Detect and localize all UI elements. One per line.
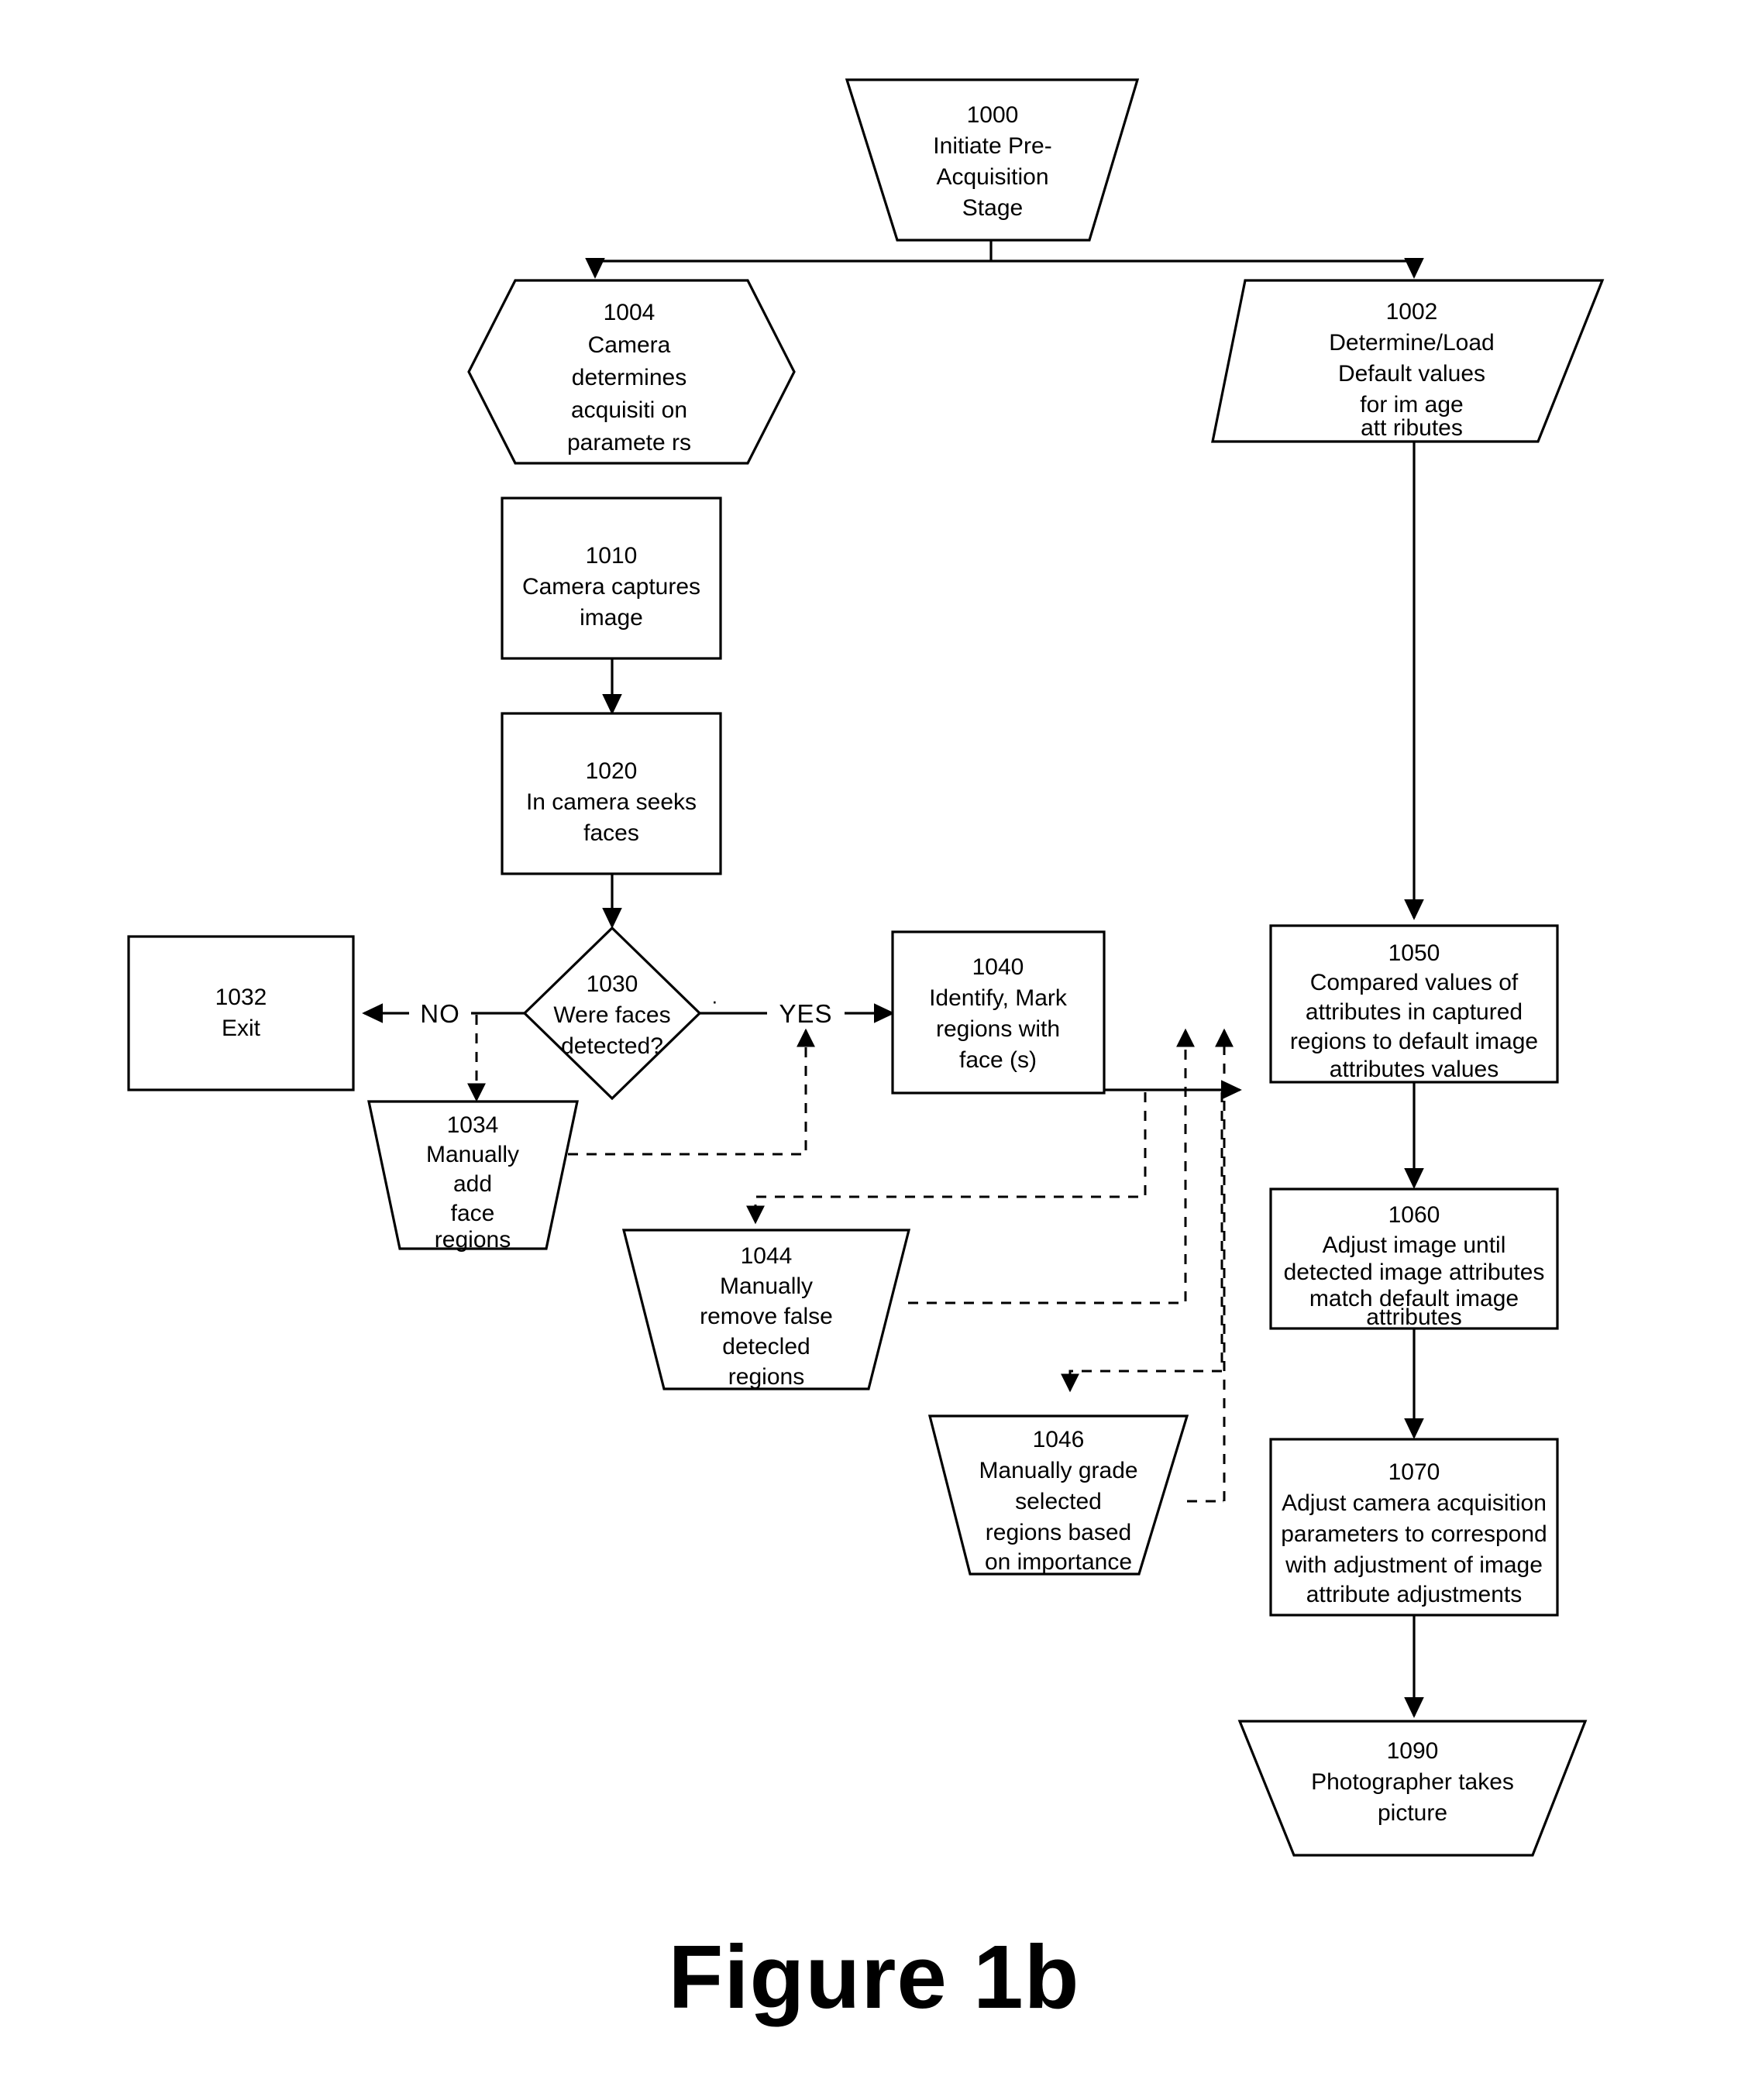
node-1046-line-3: regions based	[986, 1520, 1131, 1545]
node-1000-line-1: Initiate Pre-	[933, 133, 1051, 159]
node-1070-line-2: parameters to correspond	[1281, 1521, 1547, 1547]
node-1020[interactable]: 1020 In camera seeks faces	[501, 712, 722, 875]
node-1060-line-2: detected image attributes	[1284, 1260, 1545, 1285]
node-1040-line-1: Identify, Mark	[929, 985, 1068, 1011]
node-1090-number: 1090	[1387, 1738, 1439, 1764]
node-1034-number: 1034	[447, 1112, 499, 1138]
node-1030[interactable]: 1030 Were faces detected? ·	[522, 926, 718, 1101]
node-1004-line-4: paramete rs	[567, 430, 691, 455]
node-1010-number: 1010	[586, 543, 638, 569]
edge-1046-1050-dashed	[1187, 1028, 1234, 1503]
edge-label-no: NO	[409, 993, 471, 1029]
node-1070-line-4: attribute adjustments	[1306, 1582, 1522, 1607]
node-1046[interactable]: 1046 Manually grade selected regions bas…	[927, 1414, 1189, 1576]
node-1010-line-2: image	[580, 605, 643, 631]
node-1034[interactable]: 1034 Manually add face regions	[367, 1100, 579, 1253]
edge-label-yes: YES	[767, 993, 845, 1029]
node-1000-line-2: Acquisition	[936, 164, 1048, 190]
node-1034-line-2: add	[453, 1171, 492, 1197]
node-1070[interactable]: 1070 Adjust camera acquisition parameter…	[1269, 1438, 1559, 1617]
node-1004-number: 1004	[604, 300, 656, 325]
node-1034-line-3: face	[451, 1201, 495, 1226]
node-1000-line-3: Stage	[962, 195, 1023, 221]
node-1002-line-3: for im age	[1360, 392, 1463, 418]
node-1020-number: 1020	[586, 758, 638, 784]
node-1046-number: 1046	[1033, 1427, 1085, 1452]
node-1050-line-3: regions to default image	[1290, 1029, 1538, 1054]
node-1070-line-3: with adjustment of image	[1285, 1552, 1543, 1578]
node-1046-line-1: Manually grade	[979, 1458, 1137, 1483]
node-1090[interactable]: 1090 Photographer takes picture	[1237, 1720, 1588, 1857]
node-1060[interactable]: 1060 Adjust image until detected image a…	[1269, 1187, 1559, 1330]
node-1070-number: 1070	[1388, 1459, 1440, 1485]
edge-label-yes-text: YES	[779, 999, 832, 1028]
node-1034-line-1: Manually	[426, 1142, 519, 1167]
edge-1040-1044-dashed	[746, 1092, 1147, 1225]
node-1060-line-1: Adjust image until	[1323, 1232, 1506, 1258]
node-1020-line-2: faces	[583, 820, 639, 846]
node-1040-line-3: face (s)	[959, 1047, 1037, 1073]
node-1004-line-3: acquisiti on	[571, 397, 687, 423]
node-1050-line-2: attributes in captured	[1306, 999, 1523, 1025]
node-1030-line-1: Were faces	[553, 1002, 670, 1028]
node-1046-line-4: on importance	[985, 1549, 1132, 1575]
node-1046-line-2: selected	[1015, 1489, 1102, 1514]
node-1002-line-4: att ributes	[1361, 415, 1463, 441]
node-1002-line-1: Determine/Load	[1329, 330, 1494, 356]
node-1032-number: 1032	[215, 985, 267, 1010]
node-1070-line-1: Adjust camera acquisition	[1282, 1490, 1547, 1516]
node-1020-line-1: In camera seeks	[526, 789, 697, 815]
node-1004-line-1: Camera	[588, 332, 671, 358]
node-1044-line-4: regions	[728, 1364, 804, 1390]
node-1060-number: 1060	[1388, 1202, 1440, 1228]
node-1044-number: 1044	[741, 1243, 793, 1269]
node-1002[interactable]: 1002 Determine/Load Default values for i…	[1211, 279, 1605, 443]
edge-label-no-text: NO	[420, 999, 460, 1028]
node-1044-line-3: detecled	[722, 1334, 810, 1359]
node-1000[interactable]: 1000 Initiate Pre- Acquisition Stage	[845, 78, 1140, 242]
figure-sheet: 1000 Initiate Pre- Acquisition Stage 100…	[0, 0, 1748, 2100]
node-1004-line-2: determines	[572, 365, 686, 390]
node-1060-line-4: attributes	[1366, 1304, 1461, 1330]
node-1030-number: 1030	[587, 971, 638, 997]
node-1030-tick-mark: ·	[711, 989, 718, 1012]
node-1044[interactable]: 1044 Manually remove false detecled regi…	[621, 1229, 911, 1390]
node-1000-number: 1000	[967, 102, 1019, 128]
node-1040-number: 1040	[972, 954, 1024, 980]
node-1090-line-2: picture	[1378, 1800, 1447, 1826]
node-1002-number: 1002	[1386, 299, 1438, 325]
node-1044-line-1: Manually	[720, 1273, 813, 1299]
node-1032-line-1: Exit	[222, 1016, 261, 1041]
node-1034-line-4: regions	[435, 1227, 511, 1253]
node-1010-line-1: Camera captures	[522, 574, 700, 600]
node-1040[interactable]: 1040 Identify, Mark regions with face (s…	[891, 930, 1106, 1095]
node-1010[interactable]: 1010 Camera captures image	[501, 497, 722, 660]
node-1032[interactable]: 1032 Exit	[127, 935, 355, 1091]
node-1050-line-1: Compared values of	[1310, 970, 1519, 995]
node-1090-line-1: Photographer takes	[1311, 1769, 1514, 1795]
node-1030-line-2: detected?	[561, 1033, 663, 1059]
node-1040-line-2: regions with	[936, 1016, 1060, 1042]
node-1050-line-4: attributes values	[1330, 1057, 1499, 1082]
node-1002-line-2: Default values	[1338, 361, 1485, 387]
node-1050-number: 1050	[1388, 940, 1440, 966]
figure-caption: Figure 1b	[668, 1926, 1079, 2027]
node-1050[interactable]: 1050 Compared values of attributes in ca…	[1269, 924, 1559, 1084]
node-1044-line-2: remove false	[700, 1304, 833, 1329]
flowchart-canvas: 1000 Initiate Pre- Acquisition Stage 100…	[127, 78, 1605, 2027]
node-1004[interactable]: 1004 Camera determines acquisiti on para…	[467, 279, 796, 465]
